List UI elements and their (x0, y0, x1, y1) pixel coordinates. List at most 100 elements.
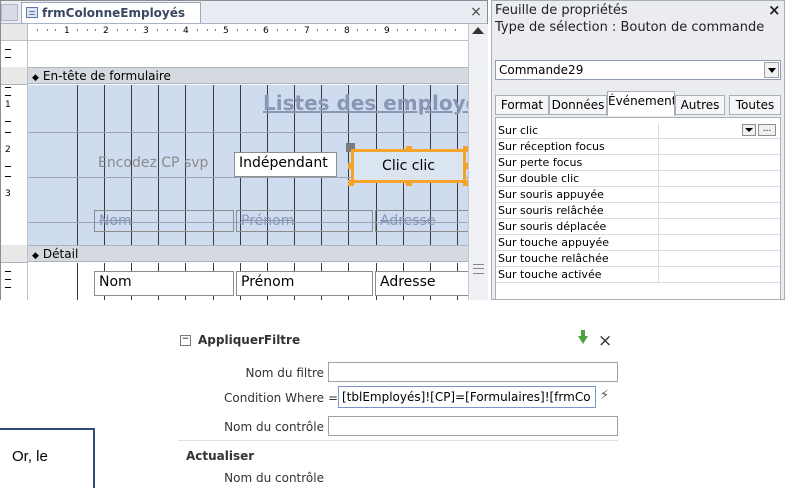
control-name-field[interactable] (328, 416, 618, 436)
property-row[interactable]: Sur touche relâchée (496, 251, 780, 267)
ruler-number: 5 (223, 26, 229, 36)
divider (178, 440, 618, 441)
section-arrow-icon: ◆ (32, 251, 39, 261)
property-name: Sur touche activée (498, 268, 602, 281)
document-tab-bar: frmColonneEmployés × (1, 1, 487, 24)
detail-nom-field[interactable]: Nom (94, 271, 234, 296)
object-selector-combo[interactable]: Commande29 (495, 60, 781, 80)
property-name: Sur double clic (498, 172, 580, 185)
ruler-number: 8 (344, 26, 350, 36)
detail-prenom-field[interactable]: Prénom (236, 271, 373, 296)
encodez-label[interactable]: Encodez CP svp (94, 153, 236, 177)
text-callout-box: Or, le (0, 428, 95, 488)
resize-handle-icon[interactable] (406, 146, 412, 152)
tab-frmcolonneemployes[interactable]: frmColonneEmployés (21, 2, 201, 23)
macro-action-panel: − AppliquerFiltre × Nom du filtre Condit… (178, 330, 620, 488)
resize-handle-icon[interactable] (463, 146, 468, 152)
scroll-up-icon[interactable] (472, 27, 484, 34)
macro-action-name-2[interactable]: Actualiser (186, 449, 254, 463)
resize-handle-icon[interactable] (463, 163, 468, 169)
property-row[interactable]: Sur touche appuyée (496, 235, 780, 251)
property-row-sur-clic[interactable]: Sur clic ... (496, 123, 780, 139)
detail-section[interactable]: Nom Prénom Adresse (28, 263, 468, 300)
property-sheet-title: Feuille de propriétés (495, 3, 628, 18)
expression-builder-icon[interactable]: ⚡ (600, 388, 616, 406)
move-down-icon[interactable] (578, 330, 588, 344)
tab-format[interactable]: Format (495, 95, 549, 115)
section-selector-detail[interactable] (1, 245, 27, 263)
event-properties-list: Sur clic ... Sur réception focus Sur per… (495, 117, 781, 300)
property-name: Sur clic (498, 124, 539, 137)
collapse-icon[interactable]: − (180, 335, 191, 346)
close-icon[interactable]: × (467, 3, 485, 21)
property-name: Sur touche relâchée (498, 252, 609, 265)
filter-name-label: Nom du filtre (245, 366, 324, 380)
property-row[interactable]: Sur souris appuyée (496, 187, 780, 203)
resize-handle-icon[interactable] (463, 180, 468, 186)
section-bar-detail[interactable]: ◆ Détail (28, 245, 468, 262)
ruler-number: 6 (263, 26, 269, 36)
macro-action-name[interactable]: AppliquerFiltre (198, 333, 300, 347)
property-name: Sur touche appuyée (498, 236, 609, 249)
property-name: Sur réception focus (498, 140, 605, 153)
tab-evenement[interactable]: Événement (607, 91, 675, 116)
resize-handle-icon[interactable] (406, 180, 412, 186)
property-sheet: Feuille de propriétés × Type de sélectio… (491, 0, 785, 300)
property-name: Sur souris déplacée (498, 220, 607, 233)
header-adresse-label[interactable]: Adresse (375, 210, 468, 232)
property-row[interactable]: Sur double clic (496, 171, 780, 187)
scroll-grip-icon[interactable] (473, 264, 484, 274)
vruler-number: 1 (5, 100, 11, 110)
where-condition-field[interactable]: [tblEmployés]![CP]=[Formulaires]![frmCo (338, 386, 596, 408)
form-icon (26, 7, 38, 18)
chevron-down-icon[interactable] (742, 124, 756, 136)
independant-textbox[interactable]: Indépendant (234, 152, 337, 177)
property-name: Sur perte focus (498, 156, 583, 169)
section-header-label: En-tête de formulaire (42, 69, 171, 83)
form-header-section[interactable]: Listes des employés e Encodez CP svp Ind… (28, 85, 468, 245)
property-name: Sur souris relâchée (498, 204, 604, 217)
tab-donnees[interactable]: Données (549, 95, 607, 115)
builder-button[interactable]: ... (758, 124, 776, 136)
clic-clic-button[interactable]: Clic clic (351, 149, 466, 183)
ruler-corner (1, 24, 28, 41)
resize-handle-icon[interactable] (348, 180, 354, 186)
detail-adresse-field[interactable]: Adresse (375, 271, 468, 296)
tab-autres[interactable]: Autres (675, 95, 725, 115)
property-row[interactable]: Sur touche activée (496, 267, 780, 283)
section-detail-label: Détail (42, 247, 79, 261)
property-row[interactable]: Sur réception focus (496, 139, 780, 155)
section-bar-header[interactable]: ◆ En-tête de formulaire (28, 67, 468, 84)
form-title-label[interactable]: Listes des employés e (263, 91, 468, 115)
selection-type: Type de sélection : Bouton de commande (495, 20, 765, 35)
ruler-number: 3 (143, 26, 149, 36)
filter-name-field[interactable] (328, 362, 618, 382)
tab-title: frmColonneEmployés (42, 6, 186, 20)
where-equals-sign: = (328, 391, 339, 405)
callout-text: Or, le (12, 448, 48, 465)
property-row[interactable]: Sur souris relâchée (496, 203, 780, 219)
vruler-number: 2 (5, 145, 11, 155)
header-nom-label[interactable]: Nom (94, 210, 234, 232)
control-name-label-2: Nom du contrôle (224, 471, 324, 485)
close-icon[interactable]: × (598, 331, 612, 351)
section-selector-header[interactable] (1, 67, 27, 85)
ruler-number: 2 (103, 26, 109, 36)
ruler-number: 4 (183, 26, 189, 36)
form-designer-window: frmColonneEmployés × · · · 1 · · · 2 · · · 3 ·… (0, 0, 488, 300)
vertical-scrollbar[interactable] (468, 24, 488, 300)
where-condition-label: Condition Where (224, 391, 324, 405)
resize-handle-icon[interactable] (348, 163, 354, 169)
designer-corner (1, 4, 18, 21)
property-row[interactable]: Sur souris déplacée (496, 219, 780, 235)
horizontal-ruler: · · · 1 · · · 2 · · · 3 · · · 4 · · · 5 · · · 6 · · · … (28, 24, 468, 41)
property-row[interactable]: Sur perte focus (496, 155, 780, 171)
ruler-number: 7 (304, 26, 310, 36)
close-icon[interactable]: × (768, 1, 781, 19)
chevron-down-icon[interactable] (764, 62, 779, 78)
object-selector-value: Commande29 (499, 63, 584, 77)
header-prenom-label[interactable]: Prénom (236, 210, 373, 232)
control-name-label: Nom du contrôle (224, 420, 324, 434)
tab-toutes[interactable]: Toutes (729, 95, 781, 115)
ruler-number: 9 (384, 26, 390, 36)
